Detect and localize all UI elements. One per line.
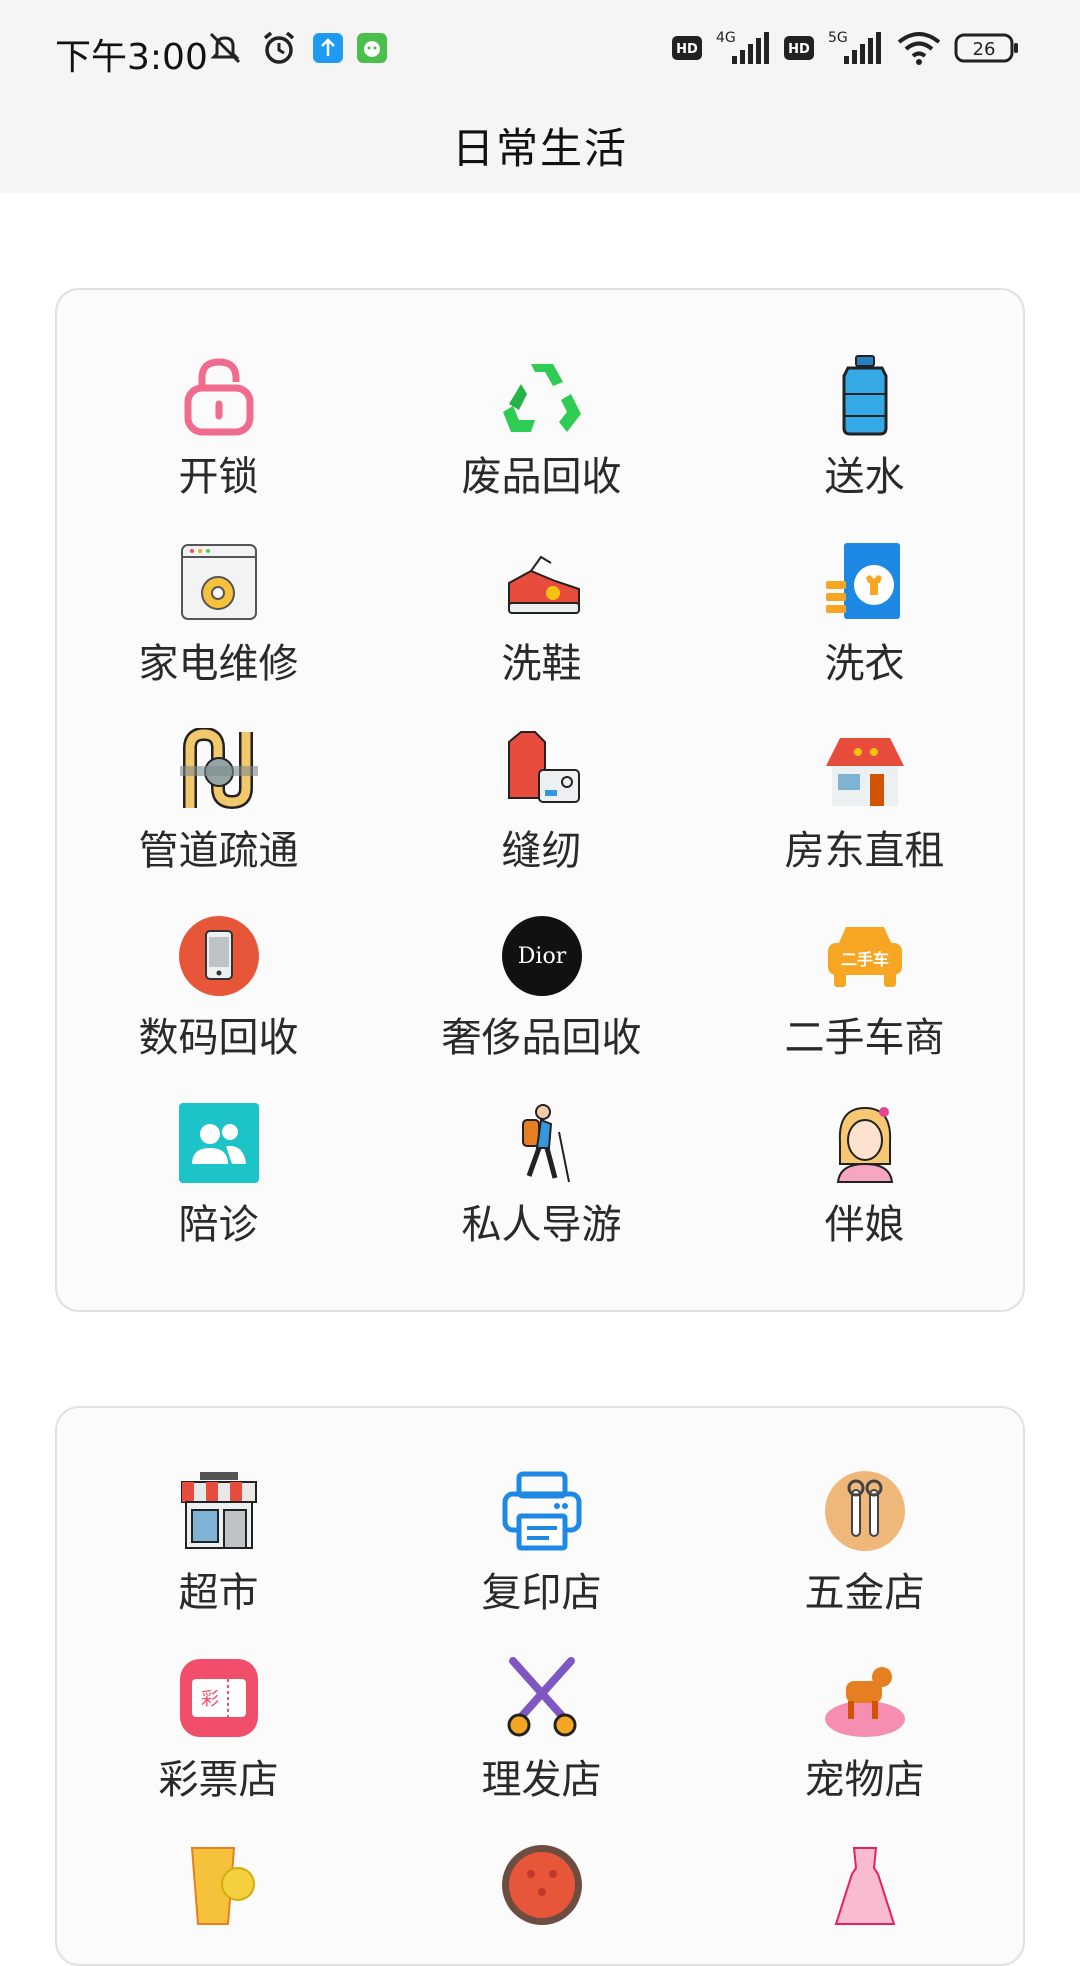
store-pizza[interactable] [380, 1844, 703, 1934]
services-card: 开锁 废品回收 送水 家电维修 洗鞋 洗衣 管道疏通 缝纫 房东直租 数码回收 … [55, 288, 1025, 1312]
service-label: 洗鞋 [501, 641, 582, 687]
service-laundry[interactable]: 洗衣 [703, 541, 1026, 689]
service-companion[interactable]: 陪诊 [57, 1102, 380, 1250]
service-lock[interactable]: 开锁 [57, 354, 380, 502]
hiker-icon [521, 1104, 570, 1183]
store-label: 五金店 [804, 1570, 925, 1616]
svg-text:26: 26 [973, 39, 996, 60]
service-used-car[interactable]: 二手车 二手车商 [703, 915, 1026, 1063]
signal-5g-icon: 5G [828, 30, 881, 64]
pipe-icon [179, 728, 258, 810]
service-phone-recycle[interactable]: 数码回收 [57, 915, 380, 1063]
service-water[interactable]: 送水 [703, 354, 1026, 502]
service-luxury-recycle[interactable]: Dior 奢侈品回收 [380, 915, 703, 1063]
laundry-icon [825, 543, 900, 619]
store-hardware[interactable]: 五金店 [703, 1470, 1026, 1618]
upload-app-icon [313, 33, 343, 63]
house-icon [825, 738, 904, 806]
store-clothing[interactable] [703, 1844, 1026, 1934]
stores-card: 超市 复印店 五金店 彩 彩票店 理发店 宠物店 [55, 1406, 1025, 1966]
service-label: 开锁 [178, 454, 259, 500]
battery-icon: 26 [954, 33, 1018, 63]
svg-text:彩: 彩 [201, 1689, 219, 1710]
dior-icon: Dior [501, 916, 582, 996]
recycle-icon [502, 364, 581, 432]
page-title: 日常生活 [451, 124, 628, 173]
service-label: 缝纫 [501, 828, 582, 874]
cat-app-icon [357, 33, 387, 63]
service-shoe-wash[interactable]: 洗鞋 [380, 541, 703, 689]
service-label: 废品回收 [461, 454, 622, 500]
title-bar: 日常生活 [0, 98, 1080, 193]
service-label: 家电维修 [138, 641, 299, 687]
hd-icon-2: HD [784, 36, 814, 60]
service-label: 伴娘 [824, 1202, 905, 1248]
store-label: 复印店 [481, 1570, 602, 1616]
sneaker-icon [507, 555, 580, 614]
service-guide[interactable]: 私人导游 [380, 1102, 703, 1250]
store-label: 彩票店 [158, 1757, 279, 1803]
mute-icon [209, 32, 241, 64]
companion-icon [178, 1103, 259, 1183]
water-bottle-icon [842, 355, 887, 436]
store-pet[interactable]: 宠物店 [703, 1657, 1026, 1805]
service-label: 房东直租 [784, 828, 945, 874]
svg-text:二手车: 二手车 [840, 950, 888, 969]
printer-icon [502, 1471, 581, 1551]
wifi-icon [897, 32, 941, 65]
service-label: 私人导游 [461, 1202, 622, 1248]
tools-icon [824, 1471, 905, 1551]
bridesmaid-icon [836, 1106, 893, 1183]
service-label: 管道疏通 [138, 828, 299, 874]
service-label: 奢侈品回收 [441, 1015, 642, 1061]
status-time: 下午3:00 [55, 37, 208, 78]
dress-icon [834, 1847, 895, 1925]
service-house[interactable]: 房东直租 [703, 728, 1026, 876]
service-sewing[interactable]: 缝纫 [380, 728, 703, 876]
hd-icon: HD [672, 36, 702, 60]
store-supermarket[interactable]: 超市 [57, 1470, 380, 1618]
service-label: 陪诊 [178, 1202, 259, 1248]
service-bridesmaid[interactable]: 伴娘 [703, 1102, 1026, 1250]
store-label: 宠物店 [804, 1757, 925, 1803]
service-pipe[interactable]: 管道疏通 [57, 728, 380, 876]
service-appliance-repair[interactable]: 家电维修 [57, 541, 380, 689]
store-label: 理发店 [481, 1757, 602, 1803]
lottery-icon: 彩 [179, 1659, 258, 1737]
status-bar: 下午3:00 HD 4G HD 5G 26 [0, 0, 1080, 98]
store-copy[interactable]: 复印店 [380, 1470, 703, 1618]
svg-text:Dior: Dior [517, 944, 566, 969]
store-icon [180, 1472, 257, 1549]
svg-text:HD: HD [788, 42, 810, 57]
svg-text:5G: 5G [828, 30, 848, 46]
store-label: 超市 [178, 1570, 259, 1616]
service-label: 洗衣 [824, 641, 905, 687]
store-lottery[interactable]: 彩 彩票店 [57, 1657, 380, 1805]
service-label: 二手车商 [784, 1015, 945, 1061]
service-label: 送水 [824, 454, 905, 500]
scissors-icon [507, 1657, 576, 1737]
svg-text:HD: HD [676, 42, 698, 57]
signal-4g-icon: 4G [716, 30, 769, 64]
lock-icon [184, 358, 253, 436]
juice-icon [190, 1847, 255, 1925]
pizza-icon [501, 1845, 582, 1925]
pet-icon [824, 1667, 905, 1737]
service-recycle[interactable]: 废品回收 [380, 354, 703, 502]
store-drink[interactable] [57, 1844, 380, 1934]
sewing-icon [507, 731, 580, 803]
appliance-repair-icon [180, 544, 257, 620]
used-car-icon: 二手车 [827, 927, 902, 987]
alarm-icon [263, 31, 295, 64]
svg-text:4G: 4G [716, 30, 736, 46]
phone-recycle-icon [178, 916, 259, 996]
service-label: 数码回收 [138, 1015, 299, 1061]
store-barber[interactable]: 理发店 [380, 1657, 703, 1805]
